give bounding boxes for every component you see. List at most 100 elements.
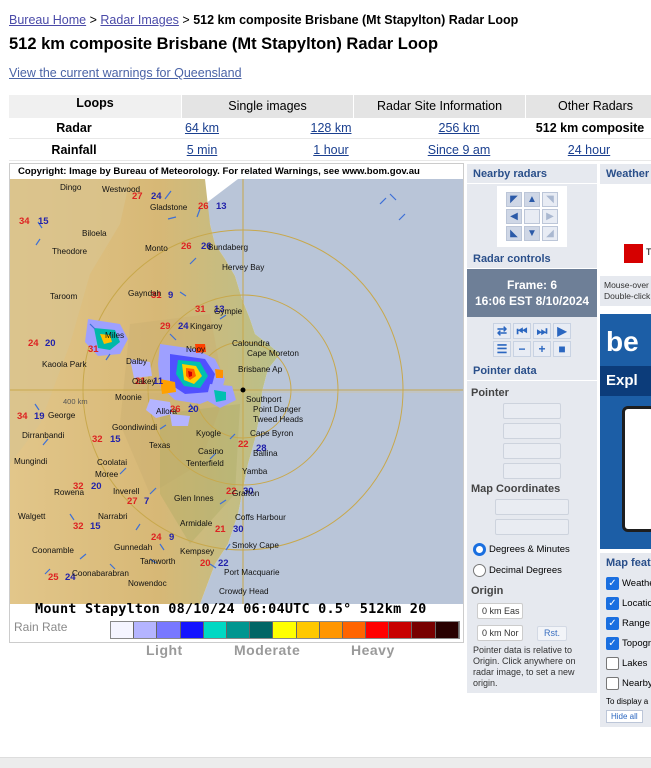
radar-64km-link[interactable]: 64 km	[157, 117, 247, 139]
breadcrumb-radar-images[interactable]: Radar Images	[100, 13, 179, 27]
rain-rate-swatch	[296, 622, 320, 638]
nearby-northwest-button[interactable]: ◤	[506, 192, 522, 207]
map-features-heading: Map features	[600, 553, 651, 573]
nearby-north-button[interactable]: ▲	[524, 192, 540, 207]
radar-row-label: Radar	[56, 121, 92, 135]
feature-lakes[interactable]: Lakes	[600, 653, 651, 673]
hint-doubleclick: Double-click	[604, 291, 651, 301]
ad-subtitle: Expl	[600, 366, 651, 396]
tab-other-radars[interactable]: Other Radars	[525, 95, 651, 118]
nearby-west-button[interactable]: ◀	[506, 209, 522, 224]
legend-light: Light	[146, 642, 183, 658]
checkbox-checked-icon[interactable]: ✓	[606, 576, 619, 590]
pointer-data-heading: Pointer data	[467, 361, 597, 381]
place-label: Gympie	[214, 307, 243, 316]
place-label: Dalby	[126, 357, 148, 366]
tab-single-images[interactable]: Single images	[181, 95, 353, 118]
obs-value: 9	[169, 532, 174, 543]
print-icon[interactable]: ☰	[493, 341, 511, 357]
nearby-northeast-button[interactable]: ◥	[542, 192, 558, 207]
feature-topography[interactable]: ✓Topography	[600, 633, 651, 653]
obs-value: 26	[198, 201, 209, 212]
obs-value: 15	[90, 521, 101, 532]
origin-east-field[interactable]: 0 km Eas	[477, 603, 523, 619]
pointer-field-2	[503, 423, 561, 439]
degrees-minutes-option[interactable]: Degrees & Minutes	[467, 539, 597, 560]
checkbox-checked-icon[interactable]: ✓	[606, 596, 619, 610]
loop-toggle-icon[interactable]: ⇄	[493, 323, 511, 339]
nearby-radars-heading: Nearby radars	[467, 164, 597, 184]
hide-all-button[interactable]: Hide all	[606, 710, 643, 723]
feature-weather[interactable]: ✓Weather	[600, 573, 651, 593]
breadcrumb-separator: >	[89, 13, 97, 27]
warnings-link[interactable]: View the current warnings for Queensland	[9, 66, 242, 80]
breadcrumb-bureau-home[interactable]: Bureau Home	[9, 13, 86, 27]
decimal-degrees-option[interactable]: Decimal Degrees	[467, 560, 597, 581]
place-label: Smoky Cape	[232, 541, 279, 550]
feature-locations[interactable]: ✓Locations	[600, 593, 651, 613]
tab-loops[interactable]: Loops	[9, 95, 181, 118]
advertisement-banner[interactable]: be Expl	[600, 314, 651, 549]
rain-rate-swatch	[435, 622, 459, 638]
checkbox-checked-icon[interactable]: ✓	[606, 616, 619, 630]
place-label: Crowdy Head	[219, 587, 269, 596]
place-label: Brisbane Ap	[238, 365, 283, 374]
step-back-icon[interactable]: ⏮	[513, 323, 531, 339]
rainfall-1hour-link[interactable]: 1 hour	[286, 139, 376, 161]
breadcrumb-separator: >	[182, 13, 190, 27]
radar-128km-link[interactable]: 128 km	[286, 117, 376, 139]
place-label: Gladstone	[150, 203, 188, 212]
obs-value: 22	[238, 439, 249, 450]
obs-value: 20	[91, 481, 102, 492]
rain-rate-swatch	[389, 622, 413, 638]
radar-image[interactable]: 34 15 27 24 26 13 26 26 31 9 31 13 29 24 24 20 3…	[10, 164, 464, 643]
checkbox-checked-icon[interactable]: ✓	[606, 636, 619, 650]
origin-north-field[interactable]: 0 km Nor	[477, 625, 523, 641]
obs-value: 19	[34, 411, 45, 422]
decimal-degrees-label: Decimal Degrees	[489, 565, 562, 576]
obs-value: 9	[168, 290, 173, 301]
place-label: Goondiwindi	[112, 423, 157, 432]
weather-heading: Weather	[600, 164, 651, 184]
radar-site-marker	[240, 387, 246, 393]
obs-value: 24	[151, 532, 162, 543]
pointer-label: Pointer	[471, 387, 509, 399]
place-label: Coonabarabran	[72, 569, 129, 578]
faster-icon[interactable]: +	[533, 341, 551, 357]
step-forward-icon[interactable]: ⏭	[533, 323, 551, 339]
rainfall-5min-link[interactable]: 5 min	[157, 139, 247, 161]
nearby-southwest-button[interactable]: ◣	[506, 226, 522, 241]
place-label: Oakey	[132, 377, 157, 386]
feature-nearby[interactable]: Nearby	[600, 673, 651, 693]
frame-number: Frame: 6	[506, 278, 558, 292]
rainfall-24hour-link[interactable]: 24 hour	[544, 139, 634, 161]
checkbox-unchecked-icon[interactable]	[606, 676, 619, 690]
place-label: Cape Byron	[250, 429, 294, 438]
map-hint: Mouse-over Double-click	[600, 276, 651, 306]
feature-range[interactable]: ✓ Range	[600, 613, 651, 633]
place-label: Hervey Bay	[222, 263, 265, 272]
rainfall-since9am-link[interactable]: Since 9 am	[414, 139, 504, 161]
obs-value: 24	[151, 191, 162, 202]
play-icon[interactable]: ▶	[553, 323, 571, 339]
stop-icon[interactable]: ■	[553, 341, 571, 357]
radar-256km-link[interactable]: 256 km	[414, 117, 504, 139]
nearby-southeast-button[interactable]: ◢	[542, 226, 558, 241]
reset-origin-button[interactable]: Rst.	[537, 625, 568, 641]
slower-icon[interactable]: −	[513, 341, 531, 357]
playback-controls: ⇄ ⏮ ⏭ ▶ ☰ − + ■	[467, 317, 597, 361]
place-label: Texas	[149, 441, 170, 450]
place-label: Narrabri	[98, 512, 128, 521]
checkbox-unchecked-icon[interactable]	[606, 656, 619, 670]
tab-radar-site-information[interactable]: Radar Site Information	[353, 95, 525, 118]
nearby-south-button[interactable]: ▼	[524, 226, 540, 241]
radio-selected-icon[interactable]	[473, 543, 486, 556]
radar-map[interactable]: 34 15 27 24 26 13 26 26 31 9 31 13 29 24 24 20 3…	[9, 163, 464, 643]
place-label: Inverell	[113, 487, 140, 496]
obs-value: 30	[233, 524, 244, 535]
nearby-radars-nav: ◤ ▲ ◥ ◀ ▶ ◣ ▼ ◢	[497, 186, 567, 247]
rain-rate-swatch	[134, 622, 158, 638]
nearby-east-button[interactable]: ▶	[542, 209, 558, 224]
radar-controls-heading: Radar controls	[467, 249, 597, 269]
radio-unselected-icon[interactable]	[473, 564, 486, 577]
